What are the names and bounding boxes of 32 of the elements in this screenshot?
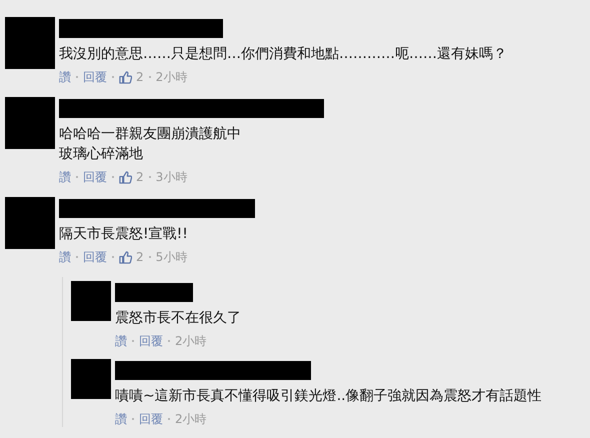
timestamp[interactable]: 2小時 (175, 410, 207, 428)
like-count: 2 (136, 70, 144, 84)
like-link[interactable]: 讚 (59, 248, 71, 266)
redacted-avatar (5, 97, 55, 149)
reply-link[interactable]: 回覆 (139, 332, 163, 350)
thumbs-up-icon (119, 250, 132, 264)
like-count: 2 (136, 250, 144, 264)
timestamp[interactable]: 5小時 (156, 248, 188, 266)
comment-text: 哈哈哈一群親友團崩潰護航中 (59, 125, 242, 144)
thumbs-up-icon (119, 70, 132, 84)
reply-link[interactable]: 回覆 (139, 410, 163, 428)
comment-text: 嘖嘖~這新市長真不懂得吸引鎂光燈..像翻子強就因為震怒才有話題性 (115, 387, 542, 406)
like-count: 2 (136, 170, 144, 184)
comment-text: 玻璃心碎滿地 (59, 145, 144, 164)
like-link[interactable]: 讚 (59, 168, 71, 186)
reply-link[interactable]: 回覆 (83, 168, 107, 186)
timestamp[interactable]: 2小時 (156, 68, 188, 86)
reply-link[interactable]: 回覆 (83, 248, 107, 266)
redacted-avatar (71, 281, 111, 321)
comment-text: 震怒市長不在很久了 (115, 309, 241, 328)
like-link[interactable]: 讚 (115, 332, 127, 350)
like-link[interactable]: 讚 (115, 410, 127, 428)
reply-link[interactable]: 回覆 (83, 68, 107, 86)
redacted-avatar (71, 359, 111, 399)
timestamp[interactable]: 3小時 (156, 168, 188, 186)
timestamp[interactable]: 2小時 (175, 332, 207, 350)
comment-text: 隔天市長震怒!宣戰!! (59, 225, 189, 244)
redacted-avatar (5, 197, 55, 249)
redacted-avatar (5, 17, 55, 69)
like-link[interactable]: 讚 (59, 68, 71, 86)
thumbs-up-icon (119, 170, 132, 184)
comment-text: 我沒別的意思……只是想問…你們消費和地點…………呃……還有妹嗎？ (59, 45, 507, 64)
